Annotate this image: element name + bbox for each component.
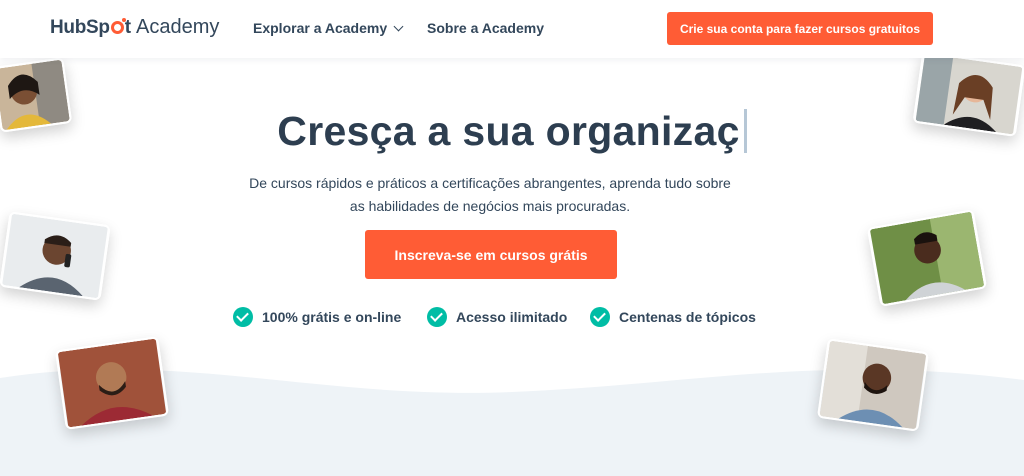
logo-text-academy: Academy <box>136 16 220 38</box>
check-circle-icon <box>233 307 253 327</box>
learner-photo-woman-outdoors <box>866 209 988 307</box>
top-navbar: HubSp t Academy Explorar a Academy Sobre a… <box>0 0 1024 58</box>
sprocket-icon <box>110 18 126 34</box>
hero-subtitle: De cursos rápidos e práticos a certifica… <box>240 172 740 218</box>
feature-label: Acesso ilimitado <box>456 309 568 325</box>
hero-title-text: Cresça a sua organizaç <box>277 108 740 154</box>
learner-photo-man-phone <box>0 211 111 301</box>
nav-about-label: Sobre a Academy <box>427 20 544 36</box>
nav-explore-academy[interactable]: Explorar a Academy <box>253 20 404 36</box>
learner-photo-man-smiling <box>816 338 930 432</box>
learner-photo-bearded-man <box>54 336 170 430</box>
enroll-free-courses-button[interactable]: Inscreva-se em cursos grátis <box>365 230 617 279</box>
learner-photo-woman-glasses <box>0 57 73 133</box>
hubspot-academy-logo[interactable]: HubSp t Academy <box>50 16 219 42</box>
hero-title: Cresça a sua organizaç <box>0 108 1024 155</box>
learner-photo-smiling-woman <box>912 51 1024 137</box>
check-circle-icon <box>427 307 447 327</box>
feature-free-online: 100% grátis e on-line <box>233 307 401 327</box>
nav-explore-label: Explorar a Academy <box>253 20 388 36</box>
logo-text-hub: HubSp <box>50 17 110 38</box>
feature-hundreds-topics: Centenas de tópicos <box>590 307 756 327</box>
hero-subtitle-line-1: De cursos rápidos e práticos a certifica… <box>249 175 731 191</box>
typing-caret <box>743 109 747 153</box>
chevron-down-icon <box>393 21 404 32</box>
hero-subtitle-line-2: as habilidades de negócios mais procurad… <box>349 198 631 214</box>
feature-label: Centenas de tópicos <box>619 309 756 325</box>
nav-about-academy[interactable]: Sobre a Academy <box>427 20 544 36</box>
check-circle-icon <box>590 307 610 327</box>
feature-unlimited-access: Acesso ilimitado <box>427 307 567 327</box>
signup-free-courses-button[interactable]: Crie sua conta para fazer cursos gratuit… <box>667 12 933 45</box>
feature-label: 100% grátis e on-line <box>262 309 402 325</box>
